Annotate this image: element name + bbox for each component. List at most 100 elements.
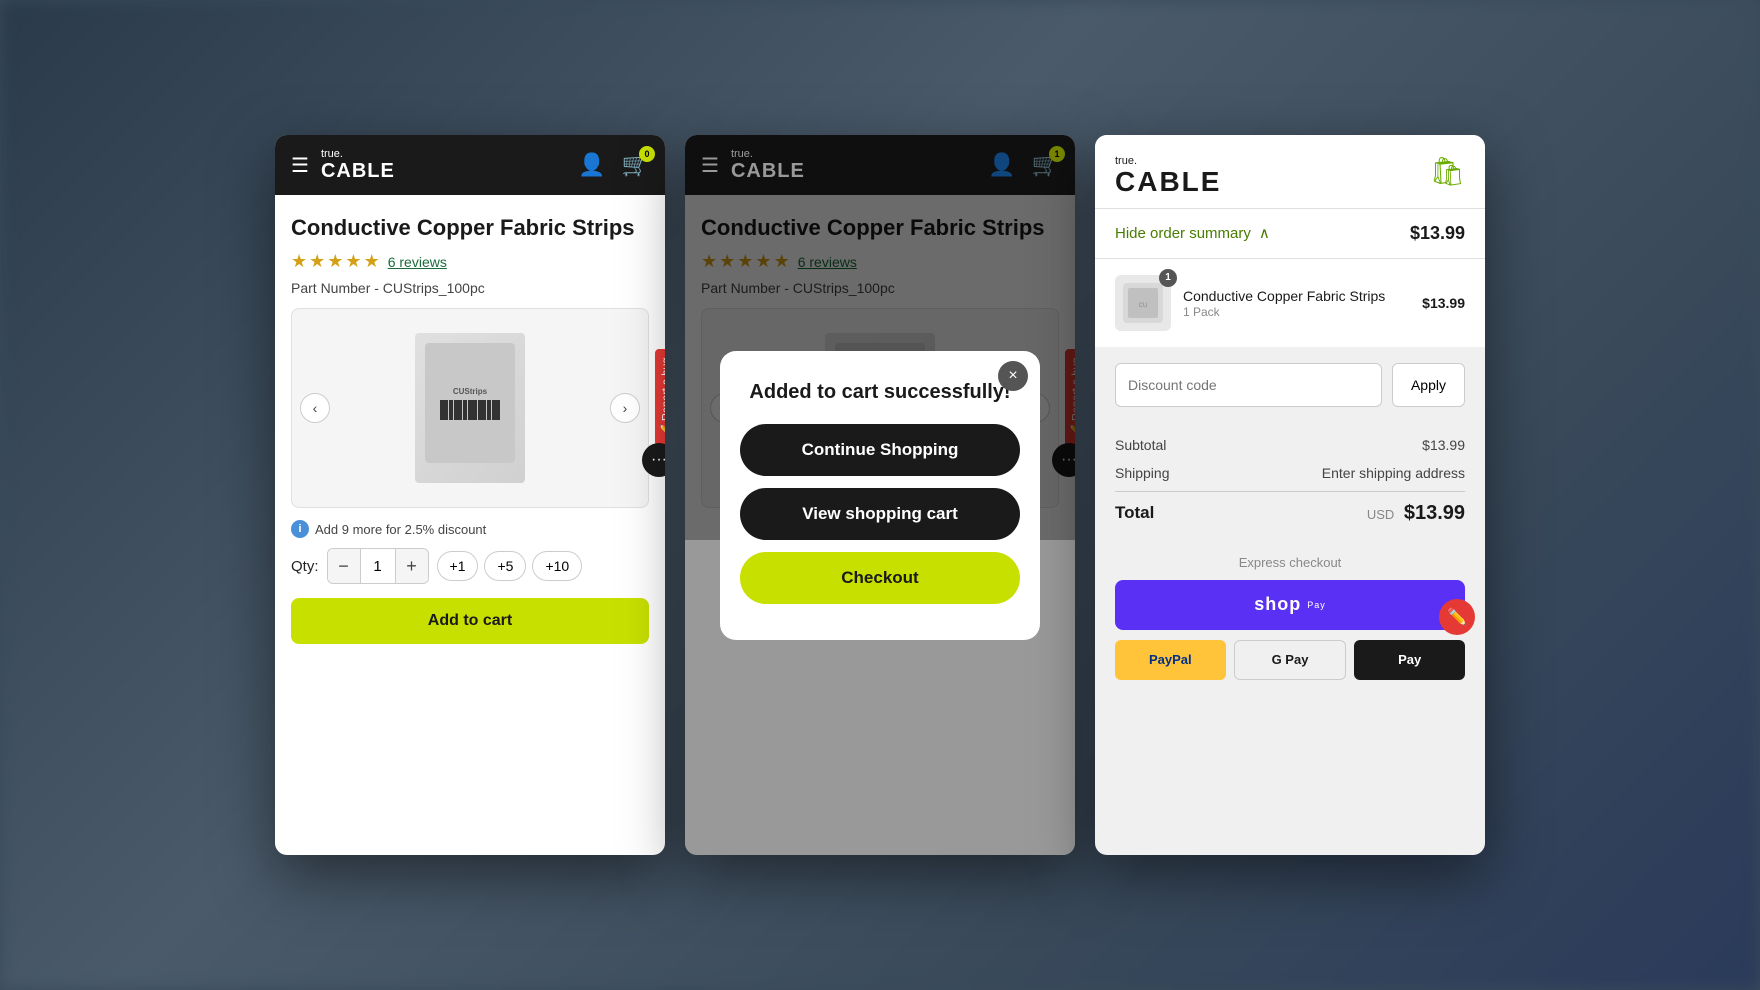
bl7 — [487, 400, 491, 420]
hamburger-icon-1[interactable]: ☰ — [291, 153, 309, 178]
modal-overlay[interactable]: × Added to cart successfully! Continue S… — [685, 135, 1075, 855]
total-amount: $13.99 — [1404, 502, 1465, 524]
product-image-area-1: ‹ CUStrips — [291, 308, 649, 508]
modal-box: × Added to cart successfully! Continue S… — [720, 351, 1040, 640]
modal-title: Added to cart successfully! — [740, 381, 1020, 404]
product-img-label-1: CUStrips — [453, 387, 487, 397]
checkout-btn[interactable]: Checkout — [740, 552, 1020, 604]
discount-section: Apply — [1095, 347, 1485, 423]
qty-value-1[interactable]: 1 — [360, 549, 396, 583]
discount-text-1: Add 9 more for 2.5% discount — [315, 522, 486, 537]
qty-preset-10-1[interactable]: +10 — [532, 551, 582, 581]
continue-shopping-btn[interactable]: Continue Shopping — [740, 424, 1020, 476]
cart-badge-1: 0 — [639, 146, 655, 162]
total-value: USD $13.99 — [1367, 502, 1465, 525]
item-img-wrap: CU 1 — [1115, 275, 1171, 331]
qty-row-1: Qty: − 1 + +1 +5 +10 — [291, 548, 649, 584]
logo-true-1: true. — [321, 149, 395, 160]
qty-presets-1: +1 +5 +10 — [437, 551, 583, 581]
product-title-1: Conductive Copper Fabric Strips — [291, 215, 649, 241]
add-to-cart-btn-1[interactable]: Add to cart — [291, 598, 649, 644]
order-summary-toggle[interactable]: Hide order summary ∧ $13.99 — [1095, 208, 1485, 258]
bl8 — [492, 400, 500, 420]
stars-row-1: ★ ★ ★ ★ ★ 6 reviews — [291, 251, 649, 272]
qty-minus-1[interactable]: − — [328, 549, 360, 583]
express-label: Express checkout — [1115, 555, 1465, 570]
star-5: ★ — [364, 251, 380, 272]
hide-summary-label: Hide order summary — [1115, 225, 1251, 242]
discount-code-input[interactable] — [1115, 363, 1382, 407]
modal-close-btn[interactable]: × — [998, 361, 1028, 391]
header-1: ☰ true. CABLE 👤 🛒 0 — [275, 135, 665, 195]
express-checkout: Express checkout shop Pay PayPal G Pay P… — [1095, 547, 1485, 688]
star-3: ★ — [327, 251, 343, 272]
panel-3-order-summary: true. CABLE 🛍 Hide order summary ∧ $13.9… — [1095, 135, 1485, 855]
panel-2-modal: ☰ true. CABLE 👤 🛒 1 Conductive Copper Fa… — [685, 135, 1075, 855]
summary-total-price: $13.99 — [1410, 223, 1465, 244]
order-totals: Subtotal $13.99 Shipping Enter shipping … — [1095, 423, 1485, 547]
panel-1-product-page: ☰ true. CABLE 👤 🛒 0 Conductive Copper Fa… — [275, 135, 665, 855]
total-label: Total — [1115, 503, 1154, 523]
googlepay-btn[interactable]: G Pay — [1234, 640, 1347, 680]
applepay-btn[interactable]: Pay — [1354, 640, 1465, 680]
item-price: $13.99 — [1422, 295, 1465, 311]
item-quantity-badge: 1 — [1159, 269, 1177, 287]
svg-text:CU: CU — [1139, 303, 1148, 309]
apply-discount-btn[interactable]: Apply — [1392, 363, 1465, 407]
item-img-svg: CU — [1123, 283, 1163, 323]
edit-icon-tab-1: ✏️ — [660, 425, 665, 438]
chevron-up-icon: ∧ — [1259, 224, 1270, 242]
qty-preset-1-1[interactable]: +1 — [437, 551, 479, 581]
cart-icon-order[interactable]: 🛍 — [1429, 155, 1465, 188]
product-image-inner-1: CUStrips — [425, 343, 515, 463]
subtotal-value: $13.99 — [1422, 437, 1465, 453]
user-icon-1[interactable]: 👤 — [578, 152, 605, 178]
order-logo-cable: CABLE — [1115, 167, 1221, 198]
subtotal-label: Subtotal — [1115, 437, 1166, 453]
bl4 — [463, 400, 467, 420]
item-name: Conductive Copper Fabric Strips — [1183, 287, 1410, 305]
logo-cable-1: CABLE — [321, 160, 395, 182]
pay-text: Pay — [1307, 600, 1326, 610]
prev-image-btn-1[interactable]: ‹ — [300, 393, 330, 423]
total-currency: USD — [1367, 507, 1394, 522]
shipping-label: Shipping — [1115, 465, 1170, 481]
subtotal-row: Subtotal $13.99 — [1115, 431, 1465, 459]
screens-container: ☰ true. CABLE 👤 🛒 0 Conductive Copper Fa… — [275, 135, 1485, 855]
star-2: ★ — [309, 251, 325, 272]
total-row: Total USD $13.99 — [1115, 491, 1465, 531]
edit-btn-red[interactable]: ✏️ — [1439, 599, 1475, 635]
view-cart-btn[interactable]: View shopping cart — [740, 488, 1020, 540]
order-item-1: CU 1 Conductive Copper Fabric Strips 1 P… — [1115, 275, 1465, 331]
stars-1: ★ ★ ★ ★ ★ — [291, 251, 380, 272]
qty-preset-5-1[interactable]: +5 — [484, 551, 526, 581]
shipping-row: Shipping Enter shipping address — [1115, 459, 1465, 487]
shop-text: shop — [1254, 594, 1301, 615]
qty-plus-1[interactable]: + — [396, 549, 428, 583]
bl5 — [468, 400, 476, 420]
product-image-1: CUStrips — [415, 333, 525, 483]
paypal-btn[interactable]: PayPal — [1115, 640, 1226, 680]
qty-stepper-1[interactable]: − 1 + — [327, 548, 429, 584]
bl2 — [449, 400, 453, 420]
bl1 — [440, 400, 448, 420]
shipping-value: Enter shipping address — [1322, 465, 1465, 481]
product-content-1: Conductive Copper Fabric Strips ★ ★ ★ ★ … — [275, 195, 665, 664]
info-icon-1: i — [291, 520, 309, 538]
barcode-1 — [440, 400, 500, 420]
item-variant: 1 Pack — [1183, 305, 1410, 319]
report-bug-label-1: Report a bug — [661, 357, 666, 421]
star-1: ★ — [291, 251, 307, 272]
next-image-btn-1[interactable]: › — [610, 393, 640, 423]
shop-pay-btn[interactable]: shop Pay — [1115, 580, 1465, 630]
report-bug-tab-1[interactable]: ✏️ Report a bug — [655, 349, 665, 446]
order-logo: true. CABLE — [1115, 155, 1221, 198]
order-items: CU 1 Conductive Copper Fabric Strips 1 P… — [1095, 258, 1485, 347]
item-details: Conductive Copper Fabric Strips 1 Pack — [1183, 287, 1410, 319]
shop-pay-inner: shop Pay — [1254, 594, 1326, 615]
cart-wrapper-1[interactable]: 🛒 0 — [622, 152, 649, 178]
bl6 — [478, 400, 486, 420]
toggle-left: Hide order summary ∧ — [1115, 224, 1270, 242]
reviews-link-1[interactable]: 6 reviews — [388, 254, 447, 270]
dots-btn-1[interactable]: ··· — [642, 443, 665, 477]
